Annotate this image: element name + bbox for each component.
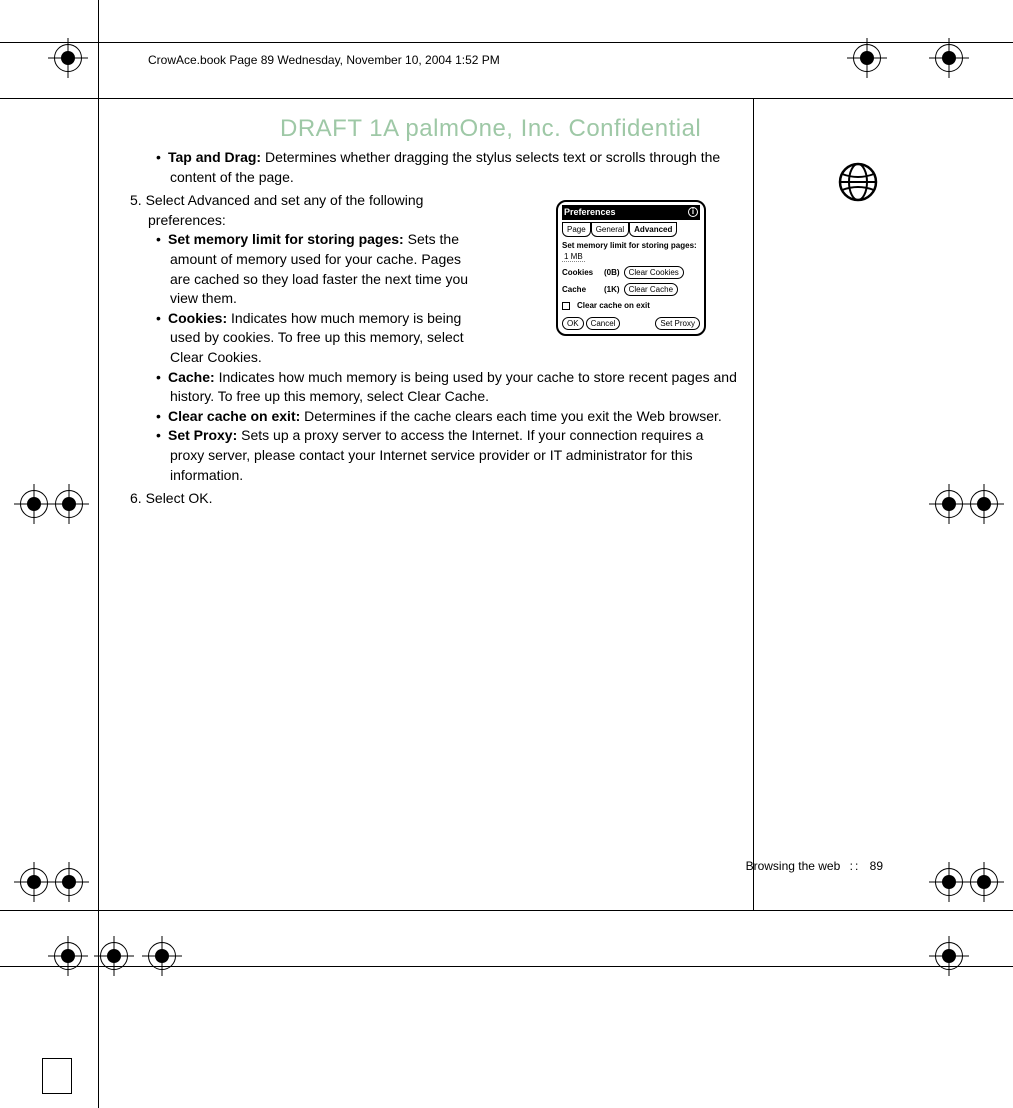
tab-advanced[interactable]: Advanced [629, 222, 677, 237]
crop-box [42, 1058, 72, 1094]
clear-label: Clear cache on exit: [168, 408, 300, 424]
cache-label: Cache: [168, 369, 215, 385]
cache-size: (1K) [604, 284, 620, 295]
cookies-size: (0B) [604, 267, 620, 278]
globe-icon [838, 162, 878, 208]
footer-page: 89 [870, 859, 883, 873]
watermark: DRAFT 1A palmOne, Inc. Confidential [280, 112, 701, 146]
prefs-screenshot: Preferences i Page General Advanced Set m… [556, 200, 706, 336]
mem-limit-value[interactable]: 1 MB [562, 252, 585, 262]
tap-drag-label: Tap and Drag: [168, 149, 261, 165]
prefs-title: Preferences [564, 206, 616, 219]
proxy-text: Sets up a proxy server to access the Int… [170, 427, 703, 482]
proxy-label: Set Proxy: [168, 427, 237, 443]
footer: Browsing the web :: 89 [746, 858, 883, 875]
cookies-stat-label: Cookies [562, 267, 600, 278]
tab-page[interactable]: Page [562, 222, 591, 237]
step-6: 6. Select OK. [130, 489, 740, 509]
cancel-button[interactable]: Cancel [586, 317, 621, 330]
tab-general[interactable]: General [591, 222, 629, 237]
cache-stat-label: Cache [562, 284, 600, 295]
cookies-label: Cookies: [168, 310, 227, 326]
page-header: CrowAce.book Page 89 Wednesday, November… [148, 52, 500, 69]
clear-cookies-button[interactable]: Clear Cookies [624, 266, 684, 279]
clear-text: Determines if the cache clears each time… [300, 408, 722, 424]
mem-label: Set memory limit for storing pages: [168, 231, 404, 247]
cache-text: Indicates how much memory is being used … [170, 369, 737, 405]
ok-button[interactable]: OK [562, 317, 584, 330]
info-icon[interactable]: i [688, 207, 698, 217]
clear-cache-button[interactable]: Clear Cache [624, 283, 678, 296]
clear-on-exit-label: Clear cache on exit [577, 300, 650, 311]
mem-limit-label: Set memory limit for storing pages: [562, 241, 697, 250]
step-5: 5. Select Advanced and set any of the fo… [130, 191, 470, 230]
footer-sep: :: [844, 859, 867, 873]
clear-on-exit-checkbox[interactable] [562, 302, 570, 310]
footer-section: Browsing the web [746, 859, 841, 873]
set-proxy-button[interactable]: Set Proxy [655, 317, 700, 330]
